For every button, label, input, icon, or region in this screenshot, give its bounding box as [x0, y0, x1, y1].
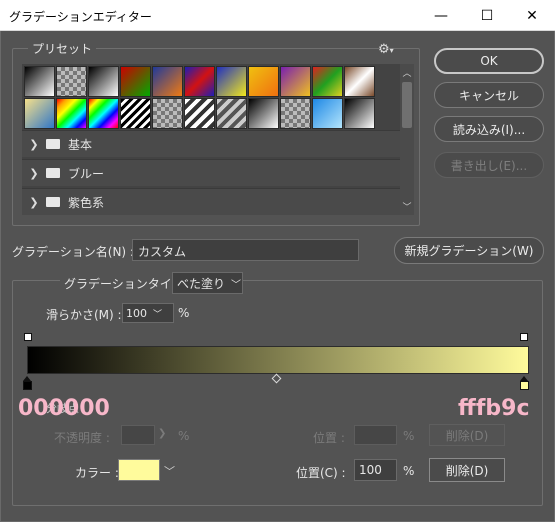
opacity-position-unit: %	[403, 429, 415, 443]
close-button[interactable]: ✕	[509, 0, 555, 31]
preset-swatch[interactable]	[216, 66, 247, 97]
preset-swatch[interactable]	[152, 98, 183, 129]
preset-swatch[interactable]	[120, 66, 151, 97]
preset-swatch[interactable]	[216, 98, 247, 129]
maximize-button[interactable]: ☐	[464, 0, 510, 31]
opacity-position-label: 位置 :	[313, 431, 345, 445]
opacity-position-input	[354, 425, 397, 445]
opacity-unit: %	[178, 429, 190, 443]
gradient-type-select[interactable]: べた塗り ﹀	[172, 272, 243, 294]
chevron-down-icon: ﹀	[231, 279, 242, 291]
overlay-hex-left: 000000	[18, 396, 110, 421]
color-position-unit: %	[403, 464, 415, 478]
scroll-up-icon[interactable]: ︿	[400, 66, 414, 80]
folder-label: ブルー	[68, 166, 105, 181]
ok-button[interactable]: OK	[434, 48, 544, 74]
folder-icon	[46, 197, 60, 207]
gradient-preview-bar[interactable]	[27, 346, 529, 374]
preset-swatch[interactable]	[312, 98, 343, 129]
opacity-stop-right[interactable]	[520, 333, 528, 341]
folder-icon	[46, 139, 60, 149]
color-stop-right[interactable]	[520, 376, 529, 390]
preset-swatch[interactable]	[24, 66, 55, 97]
preset-swatch[interactable]	[56, 66, 87, 97]
preset-swatch[interactable]	[312, 66, 343, 97]
preset-swatch[interactable]	[344, 66, 375, 97]
smoothness-label: 滑らかさ(M) :	[46, 308, 122, 322]
preset-swatch[interactable]	[184, 66, 215, 97]
smoothness-value: 100	[126, 306, 147, 320]
window-title: グラデーションエディター	[9, 10, 152, 24]
opacity-input	[121, 425, 155, 445]
preset-swatch[interactable]	[120, 98, 151, 129]
cancel-button[interactable]: キャンセル	[434, 82, 544, 108]
folder-label: 基本	[68, 137, 93, 152]
chevron-right-icon: ❯	[29, 166, 39, 180]
color-swatch[interactable]	[118, 459, 160, 481]
preset-swatch[interactable]	[56, 98, 87, 129]
color-stop-left[interactable]	[23, 376, 32, 390]
load-button[interactable]: 読み込み(I)...	[434, 116, 544, 142]
preset-folder-blue[interactable]: ❯ ブルー	[22, 159, 400, 186]
preset-swatch[interactable]	[24, 98, 55, 129]
preset-swatch[interactable]	[344, 98, 375, 129]
gradient-name-input[interactable]: カスタム	[132, 239, 359, 261]
opacity-label: 不透明度 :	[54, 431, 110, 445]
opacity-delete-button: 削除(D)	[429, 424, 505, 446]
chevron-down-icon[interactable]: ﹀	[164, 463, 175, 479]
preset-swatch[interactable]	[88, 66, 119, 97]
preset-swatch[interactable]	[88, 98, 119, 129]
preset-folder-purple[interactable]: ❯ 紫色系	[22, 188, 400, 215]
gradient-name-label: グラデーション名(N) :	[12, 245, 134, 259]
new-gradient-button[interactable]: 新規グラデーション(W)	[394, 237, 544, 264]
preset-swatch[interactable]	[248, 98, 279, 129]
chevron-right-icon: ❯	[29, 195, 39, 209]
color-position-label: 位置(C) :	[296, 466, 346, 480]
smoothness-unit: %	[178, 306, 190, 320]
minimize-button[interactable]: —	[418, 0, 464, 31]
folder-icon	[46, 168, 60, 178]
chevron-right-icon: ❯	[29, 137, 39, 151]
preset-swatch[interactable]	[152, 66, 183, 97]
chevron-down-icon: ﹀	[153, 309, 163, 320]
presets-legend: プリセット	[28, 40, 97, 57]
chevron-right-icon: ❯	[158, 428, 167, 439]
overlay-hex-right: fffb9c	[458, 396, 530, 421]
opacity-stop-left[interactable]	[24, 333, 32, 341]
folder-label: 紫色系	[68, 195, 105, 210]
preset-swatch[interactable]	[248, 66, 279, 97]
gradient-type-value: べた塗り	[177, 276, 226, 291]
scrollbar-thumb[interactable]	[402, 82, 412, 128]
gear-icon[interactable]: ⚙▾	[378, 42, 394, 57]
preset-swatch[interactable]	[184, 98, 215, 129]
smoothness-select[interactable]: 100 ﹀	[122, 303, 174, 323]
preset-swatch[interactable]	[280, 66, 311, 97]
preset-swatch[interactable]	[280, 98, 311, 129]
color-label: カラー :	[75, 466, 119, 480]
color-delete-button[interactable]: 削除(D)	[429, 458, 505, 482]
color-position-input[interactable]: 100	[354, 459, 397, 481]
export-button: 書き出し(E)...	[434, 152, 544, 178]
scroll-down-icon[interactable]: ﹀	[400, 200, 414, 214]
preset-folder-basic[interactable]: ❯ 基本	[22, 130, 400, 157]
